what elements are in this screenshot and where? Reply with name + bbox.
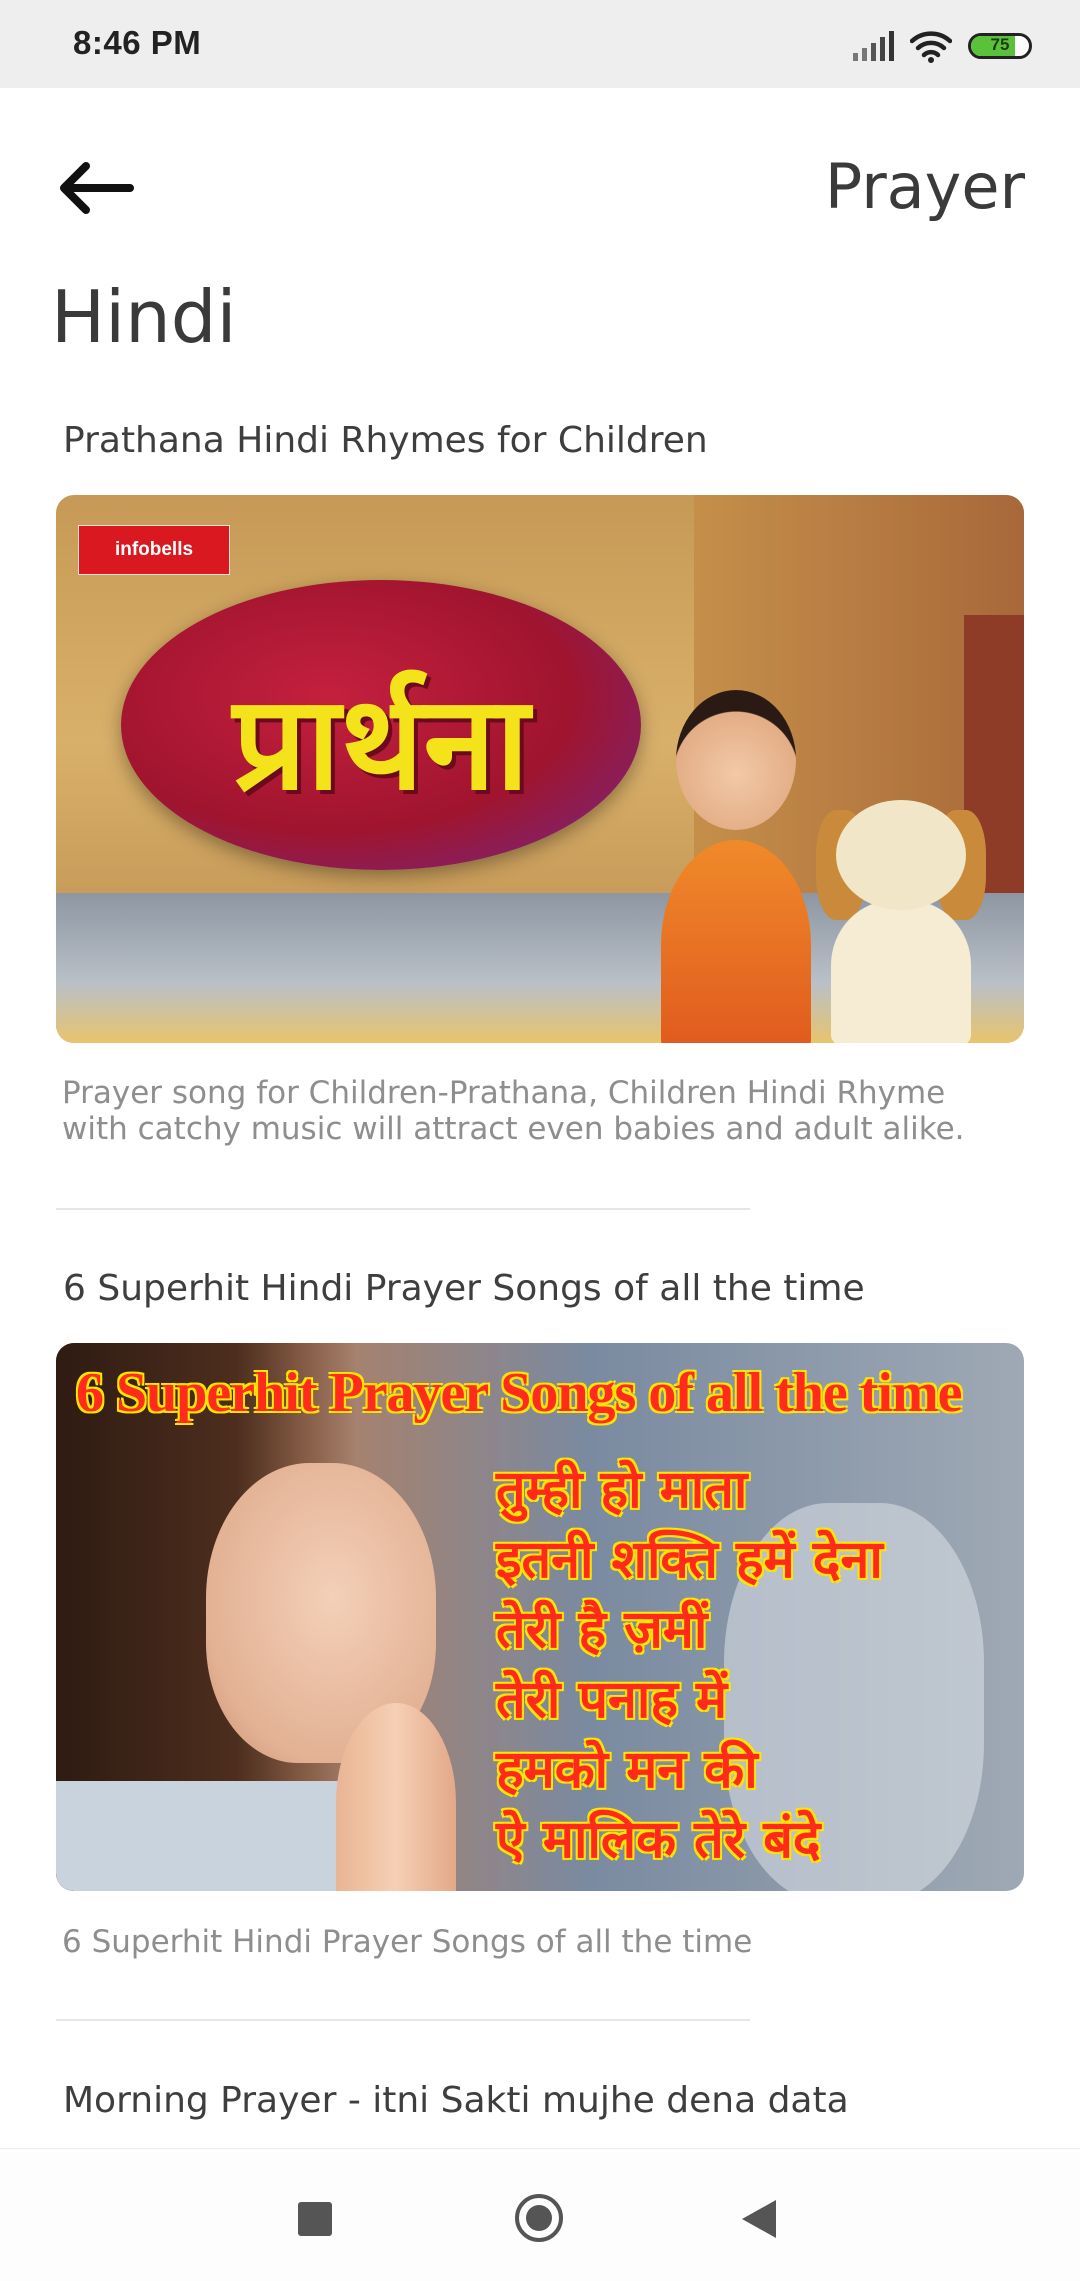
thumbnail-oval-badge: प्रार्थना [121,580,641,870]
status-icons: 75 [853,26,1032,66]
recent-apps-icon[interactable] [298,2202,332,2236]
thumbnail-song-list: तुम्ही हो माता इतनी शक्ति हमें देना तेरी… [496,1455,1016,1875]
status-time: 8:46 PM [73,24,202,61]
item-description-line: 6 Superhit Hindi Prayer Songs of all the… [62,1924,753,1960]
video-thumbnail[interactable]: infobells प्रार्थना [56,495,1024,1043]
thumbnail-headline: 6 Superhit Prayer Songs of all the time [76,1362,962,1424]
praying-dog-illustration [816,800,986,1043]
back-button[interactable] [54,160,138,216]
thumbnail-song-line: तुम्ही हो माता [496,1460,748,1520]
item-title[interactable]: Morning Prayer - itni Sakti mujhe dena d… [63,2080,849,2121]
system-nav-bar [0,2148,1080,2281]
item-description-line: with catchy music will attract even babi… [62,1111,965,1147]
divider [56,2019,750,2021]
wifi-icon [910,31,952,63]
signal-icon [853,31,894,61]
praying-girl-illustration [636,690,836,1043]
item-description: 6 Superhit Hindi Prayer Songs of all the… [62,1924,1002,1960]
home-icon[interactable] [515,2194,563,2242]
infobells-logo: infobells [78,525,230,575]
divider [56,1208,750,1210]
arrow-left-icon [60,162,134,214]
item-title[interactable]: Prathana Hindi Rhymes for Children [63,420,708,461]
praying-hands [336,1703,456,1891]
item-description-line: Prayer song for Children-Prathana, Child… [62,1075,946,1111]
item-title[interactable]: 6 Superhit Hindi Prayer Songs of all the… [63,1268,865,1309]
thumbnail-song-line: तेरी पनाह में [496,1670,728,1730]
battery-level: 75 [990,35,1010,54]
thumbnail-song-line: इतनी शक्ति हमें देना [496,1530,883,1590]
status-bar: 8:46 PM 75 [0,0,1080,88]
battery-icon: 75 [968,33,1032,59]
item-description: Prayer song for Children-Prathana, Child… [62,1075,1002,1147]
video-thumbnail[interactable]: 6 Superhit Prayer Songs of all the time … [56,1343,1024,1891]
thumbnail-song-line: ऐ मालिक तेरे बंदे [496,1810,821,1870]
thumbnail-song-line: तेरी है ज़मीं [496,1600,708,1660]
section-title: Hindi [51,275,237,359]
thumbnail-title-text: प्रार्थना [232,666,530,819]
screen-title: Prayer [824,150,1025,223]
thumbnail-song-line: हमको मन की [496,1740,758,1800]
back-icon[interactable] [742,2200,776,2238]
